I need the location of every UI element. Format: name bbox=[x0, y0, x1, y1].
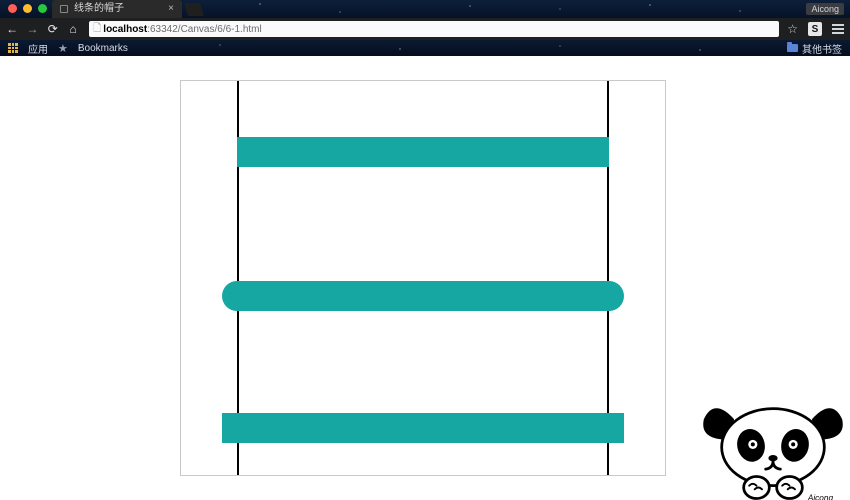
blank-favicon-icon bbox=[60, 5, 68, 13]
page-viewport: Aicong bbox=[0, 56, 850, 500]
browser-chrome: 线条的帽子 × Aicong ← → ⟳ ⌂ 🗋 localhost :6334… bbox=[0, 0, 850, 56]
tab-strip: 线条的帽子 × Aicong bbox=[0, 0, 850, 18]
artist-signature: Aicong bbox=[807, 493, 834, 500]
bookmarks-star-icon: ★ bbox=[58, 42, 68, 55]
line-round-cap bbox=[222, 281, 624, 311]
line-butt-cap bbox=[237, 137, 609, 167]
bookmarks-bar: 应用 ★ Bookmarks 其他书签 bbox=[0, 40, 850, 56]
close-window-button[interactable] bbox=[8, 4, 17, 13]
forward-button[interactable]: → bbox=[26, 22, 38, 36]
active-tab[interactable]: 线条的帽子 × bbox=[52, 0, 182, 18]
extension-s-icon[interactable]: S bbox=[808, 22, 822, 36]
reload-button[interactable]: ⟳ bbox=[47, 22, 59, 36]
window-controls bbox=[8, 4, 47, 13]
other-bookmarks[interactable]: 其他书签 bbox=[787, 41, 842, 56]
url-host: localhost bbox=[103, 24, 147, 35]
back-button[interactable]: ← bbox=[6, 22, 18, 36]
address-bar[interactable]: 🗋 localhost :63342/Canvas/6/6-1.html bbox=[89, 21, 779, 37]
toolbar: ← → ⟳ ⌂ 🗋 localhost :63342/Canvas/6/6-1.… bbox=[0, 18, 850, 40]
bookmarks-label[interactable]: Bookmarks bbox=[78, 43, 128, 54]
toolbar-right: ☆ S bbox=[787, 22, 844, 36]
new-tab-button[interactable] bbox=[184, 3, 204, 16]
tab-title: 线条的帽子 bbox=[74, 0, 124, 18]
apps-label[interactable]: 应用 bbox=[28, 41, 48, 56]
demo-canvas bbox=[180, 80, 666, 476]
profile-badge-label: Aicong bbox=[811, 4, 839, 14]
bookmark-star-icon[interactable]: ☆ bbox=[787, 22, 798, 36]
url-rest: :63342/Canvas/6/6-1.html bbox=[147, 24, 262, 35]
home-button[interactable]: ⌂ bbox=[67, 22, 79, 36]
panda-character-icon: Aicong bbox=[698, 394, 848, 500]
folder-icon bbox=[787, 44, 798, 52]
other-bookmarks-label: 其他书签 bbox=[802, 41, 842, 56]
zoom-window-button[interactable] bbox=[38, 4, 47, 13]
page-icon: 🗋 bbox=[93, 21, 101, 38]
apps-icon[interactable] bbox=[8, 43, 18, 53]
tab-close-button[interactable]: × bbox=[168, 0, 174, 18]
line-square-cap bbox=[222, 413, 624, 443]
hamburger-menu-icon[interactable] bbox=[832, 24, 844, 34]
minimize-window-button[interactable] bbox=[23, 4, 32, 13]
profile-badge[interactable]: Aicong bbox=[806, 3, 844, 15]
